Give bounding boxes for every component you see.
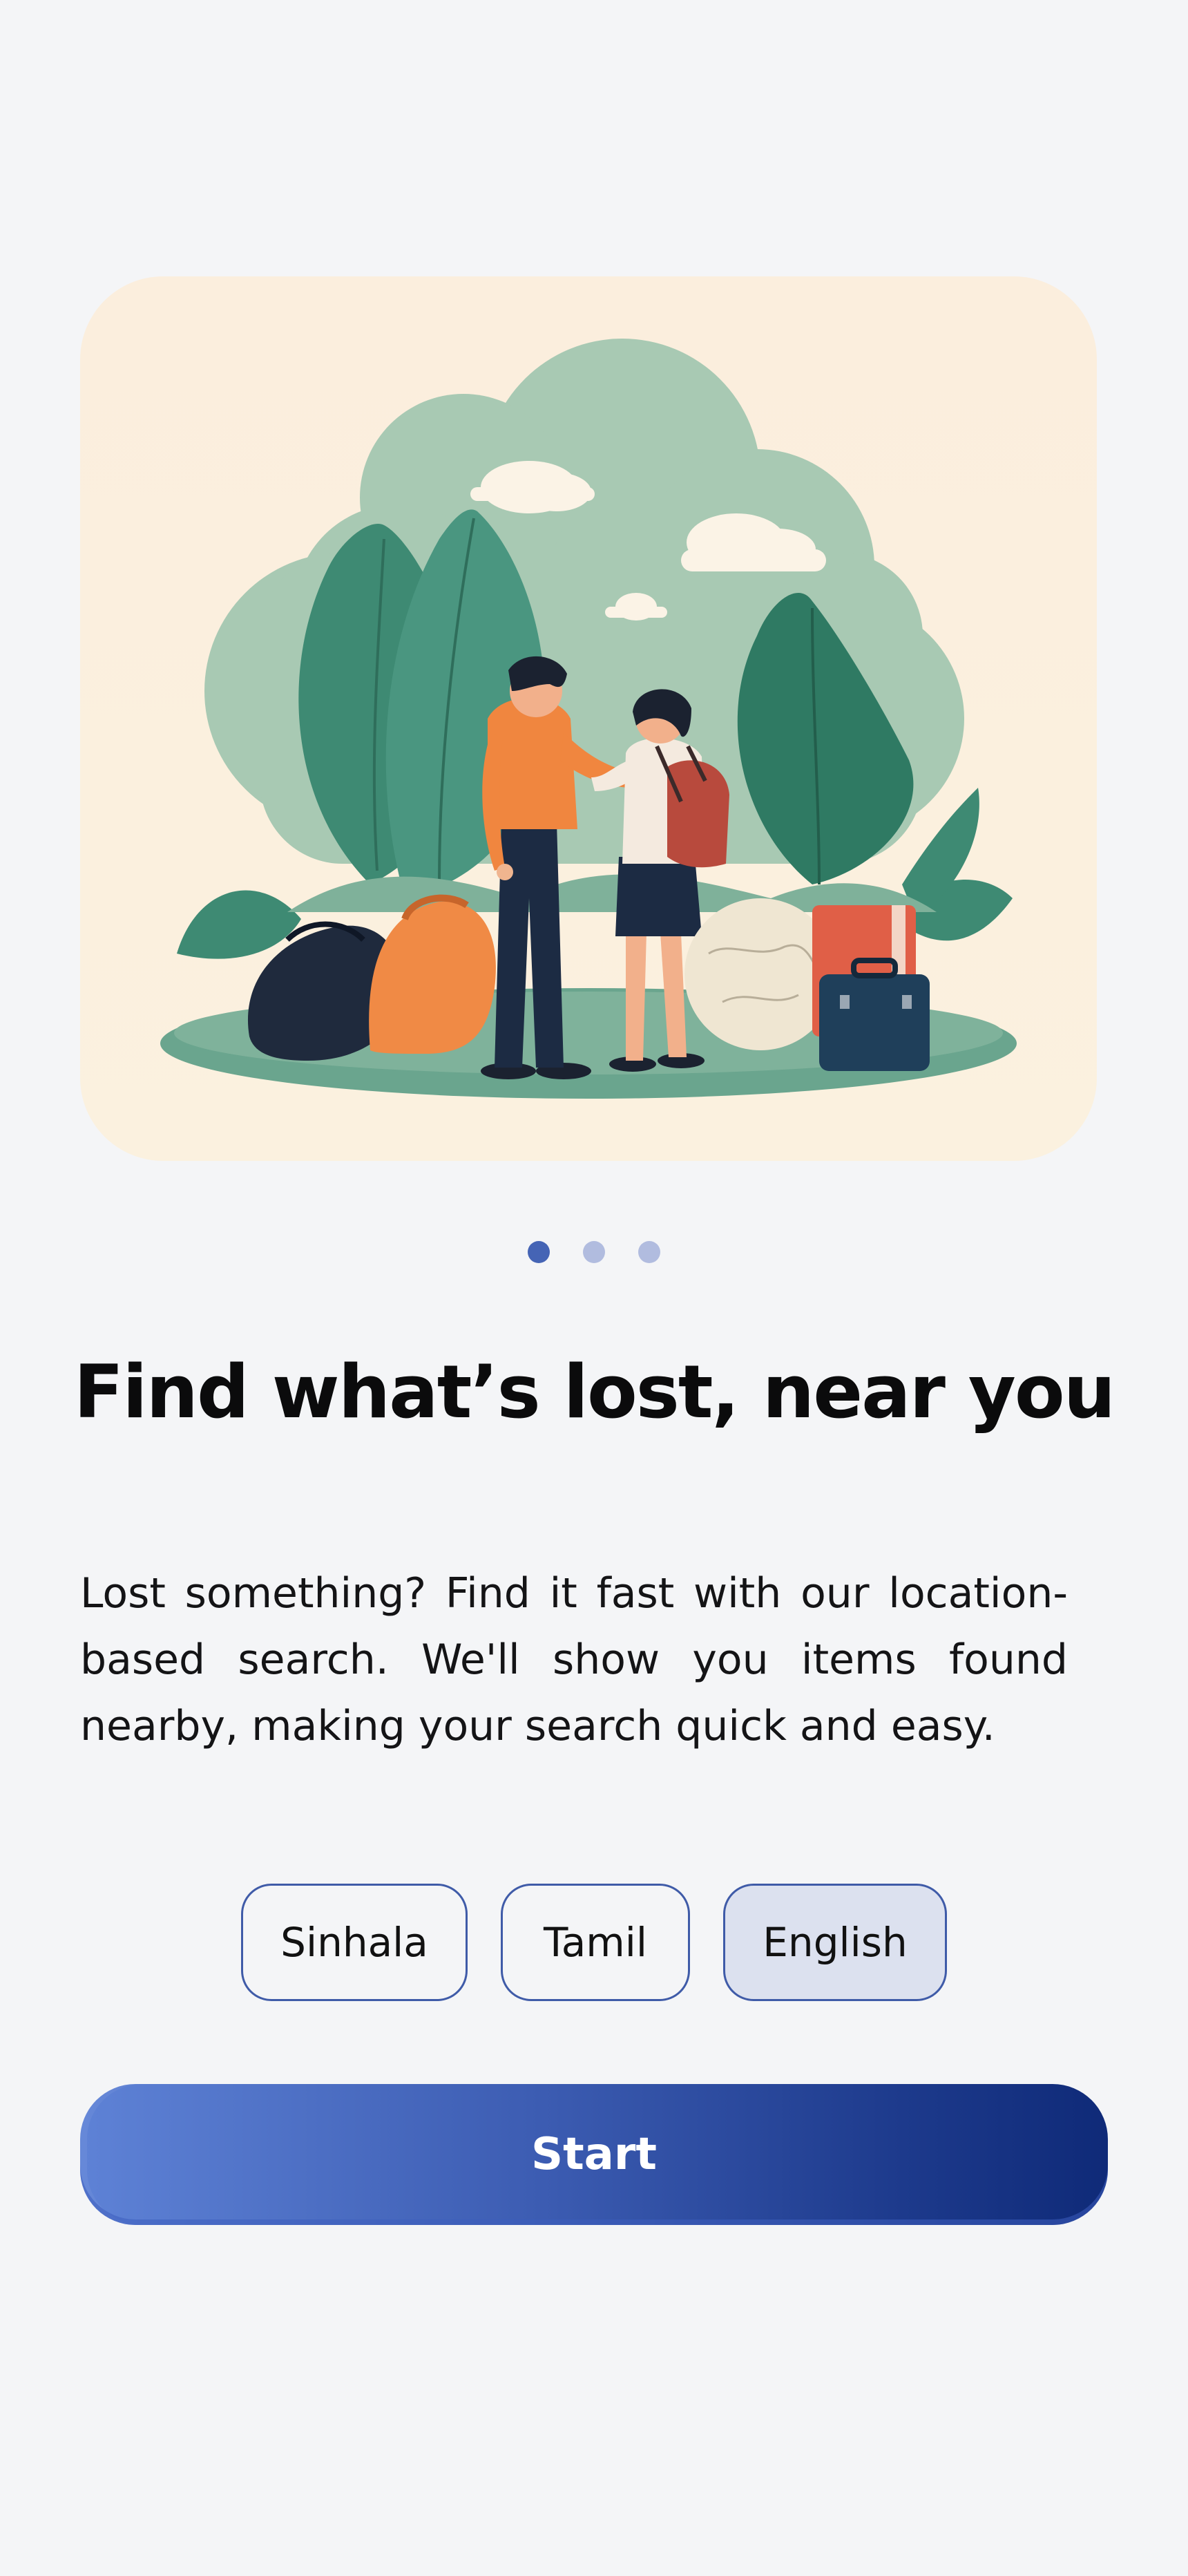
- onboarding-description: Lost something? Find it fast with our lo…: [80, 1569, 1068, 1750]
- language-option-english[interactable]: English: [723, 1884, 947, 2001]
- start-button[interactable]: Start: [80, 2084, 1108, 2225]
- onboarding-title: Find what’s lost, near you: [73, 1349, 1115, 1434]
- hero-illustration: [80, 276, 1097, 1161]
- language-option-tamil[interactable]: Tamil: [501, 1884, 690, 2001]
- pager-dot-2[interactable]: [583, 1241, 605, 1263]
- people-exchanging-lost-item-icon: [80, 276, 1097, 1161]
- onboarding-pager: [0, 1241, 1188, 1263]
- pager-dot-1[interactable]: [528, 1241, 550, 1263]
- language-option-sinhala[interactable]: Sinhala: [241, 1884, 468, 2001]
- language-selector: Sinhala Tamil English: [0, 1884, 1188, 2001]
- pager-dot-3[interactable]: [638, 1241, 660, 1263]
